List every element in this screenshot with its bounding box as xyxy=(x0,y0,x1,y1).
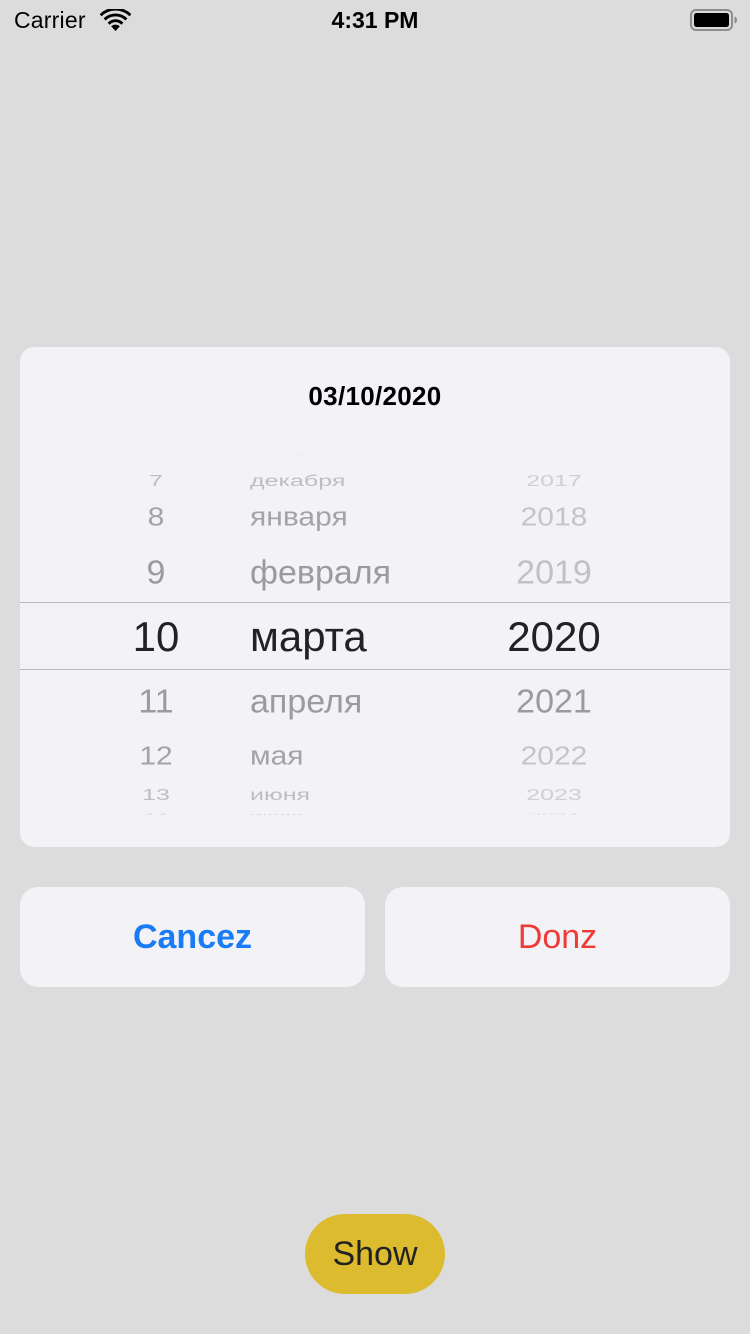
month-option-selected[interactable]: марта xyxy=(250,616,470,658)
month-option[interactable]: января xyxy=(250,505,470,531)
year-option[interactable]: 2021 xyxy=(444,686,664,719)
battery-icon xyxy=(690,9,737,31)
status-bar: Carrier 4:31 PM xyxy=(0,0,750,40)
day-option[interactable]: 12 xyxy=(46,744,266,770)
cancel-button[interactable]: Cancez xyxy=(20,887,365,987)
clock: 4:31 PM xyxy=(331,7,419,33)
month-option[interactable]: февраля xyxy=(250,557,470,590)
year-option[interactable]: 2019 xyxy=(444,557,664,590)
year-option[interactable]: 2022 xyxy=(444,744,664,770)
day-option[interactable]: 14 xyxy=(46,813,266,815)
day-option[interactable]: 7 xyxy=(46,473,266,489)
month-option[interactable]: июля xyxy=(250,813,470,815)
day-option-selected[interactable]: 10 xyxy=(46,616,266,658)
done-button[interactable]: Donz xyxy=(385,887,730,987)
year-option[interactable]: 2017 xyxy=(444,473,664,489)
month-option[interactable]: мая xyxy=(250,744,470,770)
day-option[interactable]: 11 xyxy=(46,686,266,719)
year-option[interactable]: 2024 xyxy=(444,813,664,815)
day-option[interactable]: 9 xyxy=(46,557,266,590)
date-wheel[interactable]: 67891011121314ноябрядекабряянваряфевраля… xyxy=(20,455,730,815)
month-option[interactable]: апреля xyxy=(250,686,470,719)
show-button[interactable]: Show xyxy=(305,1214,445,1294)
month-option[interactable]: июня xyxy=(250,787,470,803)
year-option[interactable]: 2018 xyxy=(444,505,664,531)
picker-title: 03/10/2020 xyxy=(308,381,442,411)
month-option[interactable]: декабря xyxy=(250,473,470,489)
day-option[interactable]: 8 xyxy=(46,505,266,531)
date-picker-card: 03/10/2020 67891011121314ноябрядекабряян… xyxy=(20,347,730,847)
year-option[interactable]: 2023 xyxy=(444,787,664,803)
day-option[interactable]: 13 xyxy=(46,787,266,803)
year-option-selected[interactable]: 2020 xyxy=(444,616,664,658)
